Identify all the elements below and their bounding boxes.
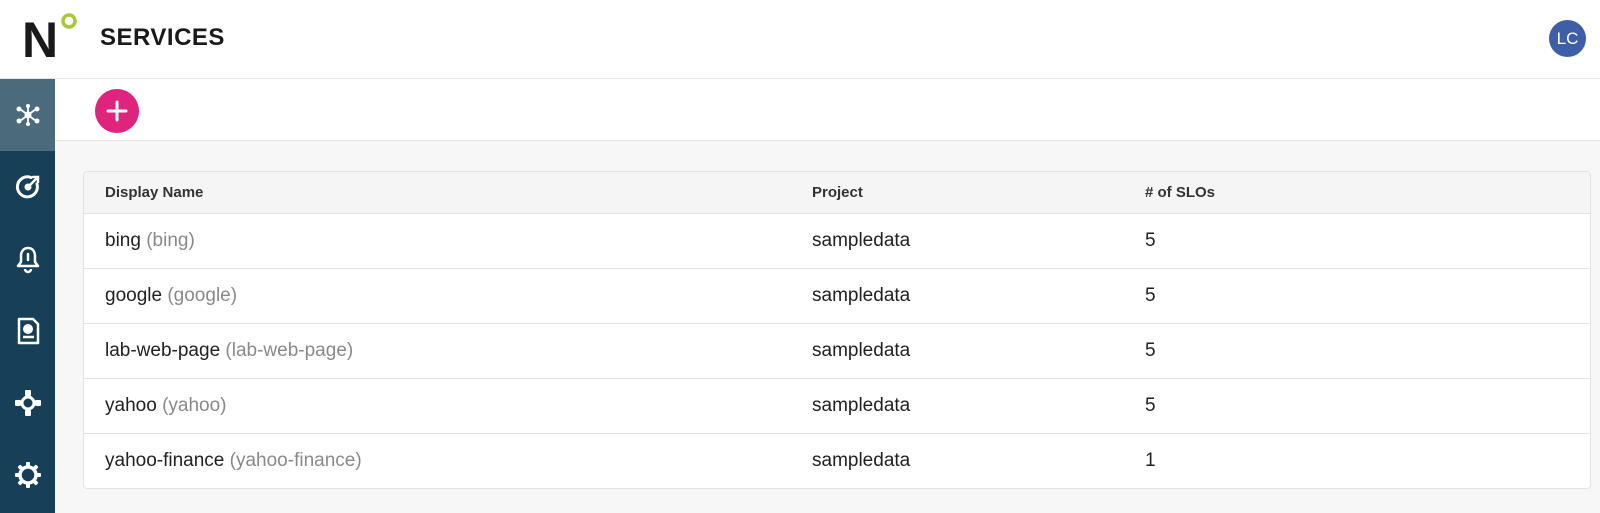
- sidebar-item-integrations[interactable]: [0, 367, 55, 439]
- sidebar-nav: [0, 79, 55, 513]
- service-display-name[interactable]: yahoo-finance (yahoo-finance): [105, 450, 362, 472]
- table-row[interactable]: bing (bing) sampledata 5: [84, 214, 1590, 269]
- plus-icon: [106, 100, 128, 122]
- column-header-slo-count[interactable]: # of SLOs: [1145, 184, 1215, 201]
- add-service-button[interactable]: [95, 89, 139, 133]
- service-project: sampledata: [812, 285, 911, 306]
- sidebar-item-alerts[interactable]: [0, 223, 55, 295]
- table-row[interactable]: yahoo (yahoo) sampledata 5: [84, 379, 1590, 434]
- service-slo-count: 1: [1145, 450, 1156, 471]
- service-display-name[interactable]: bing (bing): [105, 230, 195, 252]
- reports-icon: [17, 317, 39, 345]
- service-name: (yahoo-finance): [229, 450, 362, 471]
- sidebar-item-services[interactable]: [0, 79, 55, 151]
- service-project: sampledata: [812, 450, 911, 471]
- service-slo-count: 5: [1145, 285, 1156, 306]
- service-slo-count: 5: [1145, 340, 1156, 361]
- services-network-icon: [16, 104, 39, 126]
- sidebar-item-settings[interactable]: [0, 439, 55, 511]
- service-display-name[interactable]: google (google): [105, 285, 237, 307]
- table-row[interactable]: google (google) sampledata 5: [84, 269, 1590, 324]
- service-project: sampledata: [812, 230, 911, 251]
- table-header: Display Name Project # of SLOs: [84, 172, 1590, 214]
- service-name: (yahoo): [162, 395, 227, 416]
- settings-gear-icon: [14, 462, 41, 488]
- svg-text:N: N: [22, 12, 58, 62]
- service-project: sampledata: [812, 395, 911, 416]
- service-slo-count: 5: [1145, 230, 1156, 251]
- app-logo[interactable]: N: [22, 12, 82, 68]
- service-slo-count: 5: [1145, 395, 1156, 416]
- toolbar: [55, 79, 1600, 141]
- service-name: (bing): [146, 230, 195, 251]
- sidebar-item-slos[interactable]: [0, 151, 55, 223]
- user-avatar[interactable]: LC: [1549, 20, 1586, 57]
- table-row[interactable]: yahoo-finance (yahoo-finance) sampledata…: [84, 434, 1590, 488]
- alert-bell-icon: [16, 246, 39, 274]
- service-name: (lab-web-page): [225, 340, 354, 361]
- table-row[interactable]: lab-web-page (lab-web-page) sampledata 5: [84, 324, 1590, 379]
- column-header-display-name[interactable]: Display Name: [105, 184, 203, 201]
- page-title: SERVICES: [100, 24, 225, 51]
- service-project: sampledata: [812, 340, 911, 361]
- column-header-project[interactable]: Project: [812, 184, 863, 201]
- service-name: (google): [167, 285, 238, 306]
- service-display-name[interactable]: yahoo (yahoo): [105, 395, 226, 417]
- services-table: Display Name Project # of SLOs bing (bin…: [83, 171, 1591, 489]
- top-header: N SERVICES LC: [0, 0, 1600, 79]
- slo-target-icon: [15, 175, 39, 199]
- sidebar-item-reports[interactable]: [0, 295, 55, 367]
- integrations-icon: [14, 390, 41, 416]
- service-display-name[interactable]: lab-web-page (lab-web-page): [105, 340, 353, 362]
